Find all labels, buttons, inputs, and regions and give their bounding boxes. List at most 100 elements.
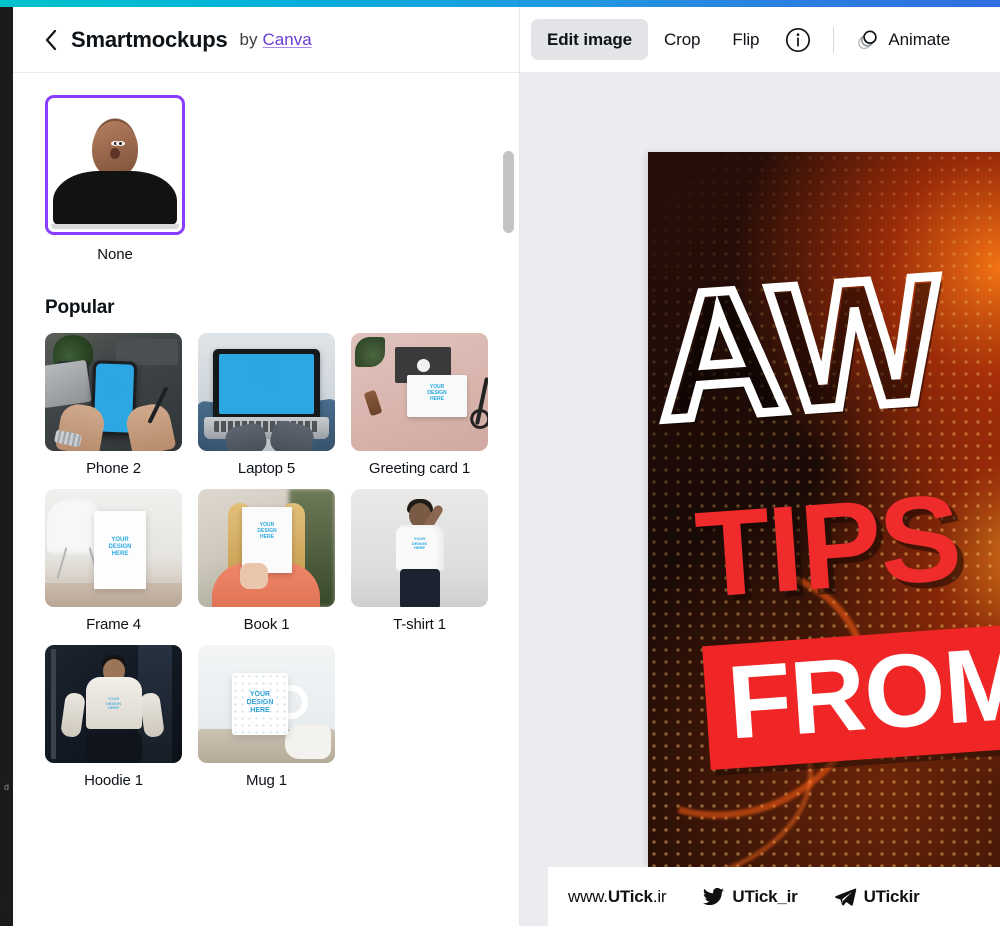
mockup-thumb-book-1[interactable]: YOUR DESIGN HERE xyxy=(198,489,335,607)
image-toolbar: Edit image Crop Flip Animate xyxy=(520,7,1000,73)
mockup-thumb-mug-1[interactable]: YOUR DESIGN HERE xyxy=(198,645,335,763)
design-placeholder-text: YOUR DESIGN HERE xyxy=(403,536,437,551)
decor-stick xyxy=(363,389,383,417)
placeholder-line-1: YOUR xyxy=(111,537,129,543)
placeholder-line-2: DESIGN xyxy=(246,699,274,707)
watermark-twitter-handle: UTick_ir xyxy=(732,887,797,907)
mockup-thumb-laptop-5[interactable]: YOUR DESIGN HERE xyxy=(198,333,335,451)
poster-artwork[interactable]: AW TIPS FROM C xyxy=(648,152,1000,872)
design-placeholder-text: YOUR DESIGN HERE xyxy=(96,537,144,558)
avatar-eye-right xyxy=(116,140,126,146)
mockup-cell-mug-1[interactable]: YOUR DESIGN HERE Mug 1 xyxy=(198,645,335,789)
mockup-thumb-greeting-card-1[interactable]: YOUR DESIGN HERE xyxy=(351,333,488,451)
watermark-telegram-handle: UTickir xyxy=(864,887,920,907)
desktop-edge-strip: d · xyxy=(0,0,13,926)
mockup-grid: YOUR DESIGN HERE Phone 2 YOUR DESIGN HER… xyxy=(45,333,489,789)
mockup-cell-book-1[interactable]: YOUR DESIGN HERE Book 1 xyxy=(198,489,335,633)
placeholder-line-3: HERE xyxy=(255,381,278,391)
edit-image-button[interactable]: Edit image xyxy=(531,19,648,60)
decor-laptop xyxy=(45,359,92,409)
watermark-website-text: www.UTick.ir xyxy=(568,886,667,907)
panel-by-label: by xyxy=(239,29,258,49)
site-brand: UTick xyxy=(607,886,653,906)
original-image-preview xyxy=(51,101,179,229)
none-mockup-thumb[interactable] xyxy=(45,95,185,235)
design-placeholder-text: YOUR DESIGN HERE xyxy=(245,522,289,540)
decor-scissors xyxy=(475,377,488,425)
mockup-label-hoodie-1: Hoodie 1 xyxy=(84,772,143,789)
mockup-thumb-t-shirt-1[interactable]: YOUR DESIGN HERE xyxy=(351,489,488,607)
mockup-cell-laptop-5[interactable]: YOUR DESIGN HERE Laptop 5 xyxy=(198,333,335,477)
avatar-torso-shape xyxy=(53,171,177,225)
mockup-cell-hoodie-1[interactable]: YOUR DESIGN HERE Hoodie 1 xyxy=(45,645,182,789)
panel-scrollbar-thumb[interactable] xyxy=(503,151,514,233)
panel-header: Smartmockups by Canva xyxy=(13,7,519,73)
placeholder-line-3: HERE xyxy=(107,705,120,711)
pants-shape xyxy=(399,569,440,607)
mockup-label-t-shirt-1: T-shirt 1 xyxy=(393,616,446,633)
mockup-thumb-phone-2[interactable]: YOUR DESIGN HERE xyxy=(45,333,182,451)
watermark-website: www.UTick.ir xyxy=(568,886,667,907)
mockup-label-mug-1: Mug 1 xyxy=(246,772,287,789)
design-placeholder-text: YOUR DESIGN HERE xyxy=(234,364,300,391)
mockup-label-greeting-card-1: Greeting card 1 xyxy=(368,460,471,477)
section-title-popular: Popular xyxy=(45,297,115,318)
desktop-edge-glyph-2: · xyxy=(5,901,8,908)
smartmockups-side-panel: Smartmockups by Canva None Popular YOUR … xyxy=(13,7,520,926)
canva-brand-link[interactable]: Canva xyxy=(263,30,312,50)
none-mockup-cell[interactable]: None xyxy=(45,95,185,263)
hand-shape xyxy=(240,563,268,589)
design-canvas[interactable]: AW TIPS FROM C xyxy=(520,73,1000,926)
twitter-handle-text: UTick_ir xyxy=(732,886,798,906)
design-placeholder-text: YOUR DESIGN HERE xyxy=(236,691,284,715)
crop-button[interactable]: Crop xyxy=(648,19,716,60)
mockup-cell-phone-2[interactable]: YOUR DESIGN HERE Phone 2 xyxy=(45,333,182,477)
placeholder-line-3: HERE xyxy=(250,707,270,715)
twitter-bird-icon xyxy=(702,885,725,908)
placeholder-line-3: HERE xyxy=(413,545,426,551)
poster-headline-aw: AW xyxy=(648,234,949,463)
decor-window-frame xyxy=(51,649,56,759)
avatar-base-shadow xyxy=(51,224,179,229)
flip-button[interactable]: Flip xyxy=(716,19,775,60)
toolbar-divider xyxy=(833,26,835,53)
mockup-label-frame-4: Frame 4 xyxy=(86,616,141,633)
watermark-telegram: UTickir xyxy=(834,885,920,908)
telegram-handle-text: UTickir xyxy=(863,886,920,906)
watermark-bar: www.UTick.ir UTick_ir UTickir xyxy=(548,867,1000,926)
mockup-cell-frame-4[interactable]: YOUR DESIGN HERE Frame 4 xyxy=(45,489,182,633)
back-chevron-icon[interactable] xyxy=(41,29,61,51)
design-placeholder-text: YOUR DESIGN HERE xyxy=(98,696,130,711)
decor-cloth xyxy=(285,725,331,759)
info-circle-icon[interactable] xyxy=(777,19,819,60)
decor-dot xyxy=(417,359,430,372)
desktop-edge-glyph-1: d xyxy=(3,782,9,792)
legs-shape xyxy=(85,733,142,763)
poster-headline-tips: TIPS xyxy=(691,468,964,624)
panel-content: None Popular YOUR DESIGN HERE Phone 2 YO… xyxy=(13,73,519,789)
brand-gradient-bar xyxy=(0,0,1000,7)
mockup-cell-t-shirt-1[interactable]: YOUR DESIGN HERE T-shirt 1 xyxy=(351,489,488,633)
mockup-cell-greeting-card-1[interactable]: YOUR DESIGN HERE Greeting card 1 xyxy=(351,333,488,477)
placeholder-line-3: HERE xyxy=(107,389,120,395)
avatar-head-shape xyxy=(92,121,138,178)
placeholder-line-3: HERE xyxy=(111,550,129,557)
design-placeholder-text: YOUR DESIGN HERE xyxy=(411,384,463,402)
placeholder-line-2: DESIGN xyxy=(108,543,132,550)
design-placeholder-text: YOUR DESIGN HERE xyxy=(96,380,132,395)
placeholder-line-1: YOUR xyxy=(249,691,271,698)
placeholder-line-3: HERE xyxy=(430,395,444,402)
animate-circles-icon xyxy=(856,28,879,51)
mockup-thumb-hoodie-1[interactable]: YOUR DESIGN HERE xyxy=(45,645,182,763)
mockup-thumb-frame-4[interactable]: YOUR DESIGN HERE xyxy=(45,489,182,607)
panel-scroll-body: None Popular YOUR DESIGN HERE Phone 2 YO… xyxy=(13,73,519,926)
animate-button[interactable]: Animate xyxy=(846,19,960,60)
none-mockup-label: None xyxy=(97,246,133,263)
placeholder-line-3: HERE xyxy=(260,533,274,540)
poster-headline-from: FROM xyxy=(724,624,1000,762)
animate-button-label: Animate xyxy=(888,29,951,49)
panel-title: Smartmockups xyxy=(71,26,228,52)
site-suffix: .ir xyxy=(652,886,667,906)
panel-scrollbar-track[interactable] xyxy=(503,143,514,926)
mockup-label-laptop-5: Laptop 5 xyxy=(237,460,296,477)
